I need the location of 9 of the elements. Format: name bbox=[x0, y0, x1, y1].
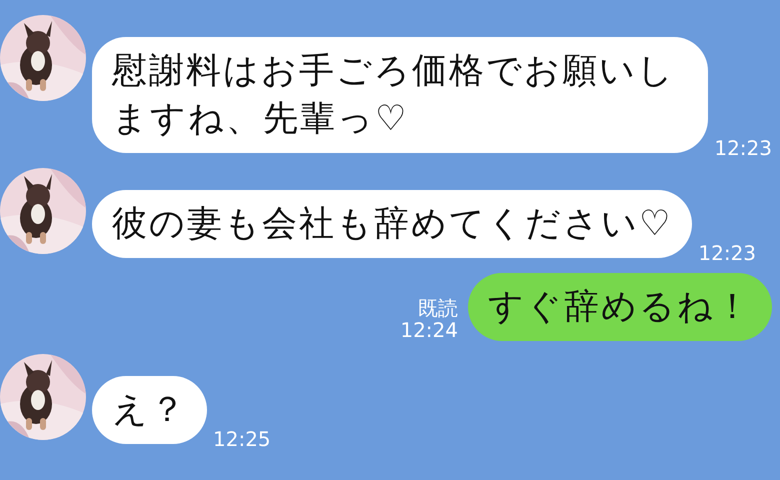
message-bubble: 慰謝料はお手ごろ価格でお願いしますね、先輩っ♡ bbox=[92, 37, 708, 153]
read-receipt: 既読 bbox=[418, 297, 458, 319]
message-bubble: 彼の妻も会社も辞めてください♡ bbox=[92, 190, 692, 258]
message-time: 12:23 bbox=[698, 242, 756, 264]
message-bubble: すぐ辞めるね！ bbox=[468, 273, 772, 341]
message-time: 12:23 bbox=[714, 137, 772, 159]
message-bubble: え？ bbox=[92, 376, 207, 444]
message-time: 12:25 bbox=[213, 428, 271, 450]
message-time: 12:24 bbox=[400, 319, 458, 341]
